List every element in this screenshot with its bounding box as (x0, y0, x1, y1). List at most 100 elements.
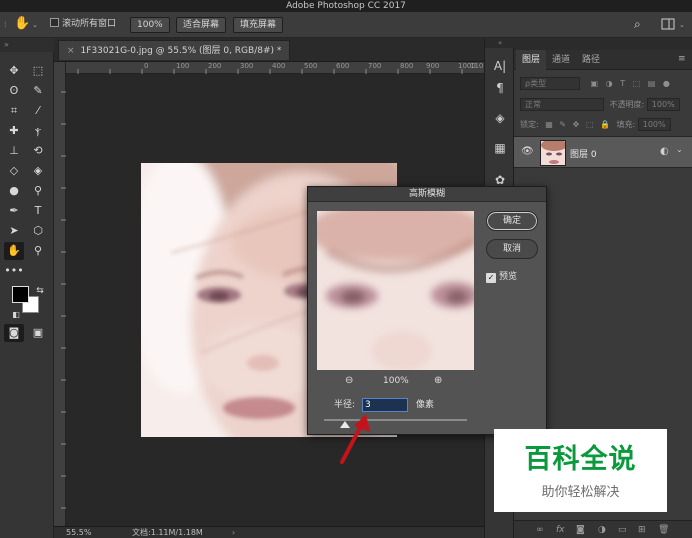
expand-layer-icon[interactable]: ⌄ (676, 145, 683, 154)
brush-tool-icon[interactable]: ⲯ (28, 122, 48, 140)
ruler-tick-label: 900 (426, 62, 440, 70)
lock-artboard-icon[interactable]: ⬚ (586, 120, 594, 129)
ruler-tick-label: 0 (144, 62, 149, 70)
cancel-button[interactable]: 取消 (486, 239, 538, 259)
move-tool-icon[interactable]: ✥ (4, 62, 24, 80)
lock-position-icon[interactable]: ✥ (573, 120, 580, 129)
layer-name[interactable]: 图层 0 (570, 147, 597, 160)
lock-pixels-icon[interactable]: ✎ (559, 120, 566, 129)
quick-mask-icon[interactable]: ◙ (4, 324, 24, 342)
workspace-icon[interactable] (661, 17, 675, 31)
pen-tool-icon[interactable]: ✒ (4, 202, 24, 220)
clone-stamp-tool-icon[interactable]: ⊥ (4, 142, 24, 160)
ok-button[interactable]: 确定 (486, 211, 538, 231)
more-tools-icon[interactable]: ••• (4, 262, 24, 280)
layer-thumbnail[interactable] (540, 140, 566, 166)
tab-channels[interactable]: 通道 (546, 50, 576, 70)
marquee-tool-icon[interactable]: ⬚ (28, 62, 48, 80)
preview-checkbox[interactable]: ✓ 预览 (486, 269, 517, 283)
filter-type-icon[interactable]: T (620, 79, 625, 88)
fill-label: 填充: (616, 120, 636, 129)
watermark-subtitle: 助你轻松解决 (541, 485, 620, 500)
zoom-100-button[interactable]: 100% (130, 17, 170, 33)
path-select-tool-icon[interactable]: ➤ (4, 222, 24, 240)
default-colors-icon[interactable]: ◧ (6, 306, 26, 324)
adjustment-layer-icon[interactable]: ◑ (598, 521, 606, 538)
workspace-switcher[interactable] (661, 17, 675, 33)
new-group-icon[interactable]: ▭ (618, 521, 627, 538)
scroll-all-windows-label: 滚动所有窗口 (62, 19, 117, 29)
document-tab[interactable]: × 1F33021G-0.jpg @ 55.5% (图层 0, RGB/8#) * (58, 40, 291, 60)
link-layers-icon[interactable]: ∞ (536, 521, 544, 538)
preview-zoom-row: ⊖ 100% ⊕ (308, 375, 483, 389)
lasso-tool-icon[interactable]: ʘ (4, 82, 24, 100)
gaussian-blur-dialog: 高斯模糊 确定 取消 ✓ 预览 ⊖ 100% ⊕ 半径: 3 像素 (307, 186, 547, 435)
layer-style-icon[interactable]: fx (556, 521, 565, 538)
filter-adjustment-icon[interactable]: ◑ (606, 79, 613, 88)
healing-brush-tool-icon[interactable]: ✚ (4, 122, 24, 140)
paragraph-panel-icon[interactable]: ¶ (490, 78, 510, 98)
filter-toggle-icon[interactable]: ● (663, 79, 670, 88)
new-layer-icon[interactable]: ⊞ (638, 521, 646, 538)
filter-shape-icon[interactable]: ⬚ (633, 79, 641, 88)
dodge-tool-icon[interactable]: ⚲ (28, 182, 48, 200)
lock-all-icon[interactable]: 🔒 (600, 120, 610, 129)
filter-pixel-icon[interactable]: ▣ (591, 79, 599, 88)
status-zoom[interactable]: 55.5% (66, 527, 91, 538)
screen-mode-icon[interactable]: ▣ (28, 324, 48, 342)
fit-screen-button[interactable]: 适合屏幕 (176, 17, 227, 33)
annotation-arrow (340, 414, 370, 464)
swap-colors-icon[interactable]: ⇆ (30, 282, 50, 300)
checkmark-icon[interactable]: ✓ (486, 273, 496, 283)
tools-panel-grip[interactable]: » (0, 38, 54, 52)
search-icon[interactable]: ⌕ (634, 17, 641, 33)
filter-smart-icon[interactable]: ▤ (648, 79, 656, 88)
scroll-all-windows-checkbox[interactable]: 滚动所有窗口 (50, 17, 116, 33)
layers-panel-footer: ∞ fx ◙ ◑ ▭ ⊞ 🗑 (514, 520, 692, 538)
blur-preview[interactable] (317, 211, 474, 370)
history-brush-tool-icon[interactable]: ⟲ (28, 142, 48, 160)
zoom-in-icon[interactable]: ⊕ (434, 375, 442, 386)
fill-input[interactable]: 100% (637, 118, 671, 131)
hand-tool-preset-icon[interactable]: ✋ (14, 17, 30, 33)
zoom-out-icon[interactable]: ⊖ (345, 375, 353, 386)
checkbox-icon[interactable] (50, 18, 59, 27)
layer-comps-icon[interactable]: ◈ (490, 108, 510, 128)
foreground-color-swatch[interactable] (12, 286, 29, 303)
layer-filter-select[interactable]: ρ类型 (520, 77, 580, 90)
hand-tool-icon[interactable]: ✋ (4, 242, 24, 260)
close-tab-icon[interactable]: × (67, 46, 75, 56)
delete-layer-icon[interactable]: 🗑 (658, 521, 669, 538)
add-mask-icon[interactable]: ◙ (576, 521, 585, 538)
radius-unit: 像素 (416, 400, 435, 410)
character-panel-icon[interactable]: A| (490, 56, 510, 76)
layer-row[interactable]: 👁 图层 0 ◐ ⌄ (514, 136, 692, 168)
paint-bucket-tool-icon[interactable]: ◈ (28, 162, 48, 180)
status-expand-icon[interactable]: › (232, 527, 235, 538)
properties-panel-icon[interactable]: ▦ (490, 138, 510, 158)
tab-layers[interactable]: 图层 (516, 50, 547, 70)
layers-panel-tabs: 图层 通道 路径 ≡ (514, 50, 692, 70)
lock-transparent-icon[interactable]: ▦ (545, 120, 553, 129)
panel-menu-icon[interactable]: ≡ (678, 54, 686, 64)
workspace-dropdown-icon[interactable]: ⌄ (679, 17, 685, 33)
quick-select-tool-icon[interactable]: ✎ (28, 82, 48, 100)
opacity-input[interactable]: 100% (646, 98, 680, 111)
ruler-tick-label: 400 (272, 62, 286, 70)
type-tool-icon[interactable]: T (28, 202, 48, 220)
dock-collapse-icon[interactable]: « (485, 38, 515, 48)
blend-mode-select[interactable]: 正常 (520, 98, 604, 111)
tool-preset-dropdown-icon[interactable]: ⌄ (32, 17, 38, 33)
tab-paths[interactable]: 路径 (576, 50, 606, 70)
blur-tool-icon[interactable]: ● (4, 182, 24, 200)
visibility-eye-icon[interactable]: 👁 (521, 146, 534, 157)
fill-screen-button[interactable]: 填充屏幕 (233, 17, 284, 33)
app-title-bar: Adobe Photoshop CC 2017 (0, 0, 692, 12)
dialog-title[interactable]: 高斯模糊 (308, 187, 546, 202)
smart-filter-icon[interactable]: ◐ (660, 146, 669, 157)
zoom-tool-icon[interactable]: ⚲ (28, 242, 48, 260)
eyedropper-tool-icon[interactable]: ⁄ (28, 102, 48, 120)
crop-tool-icon[interactable]: ⌗ (4, 102, 24, 120)
eraser-tool-icon[interactable]: ◇ (4, 162, 24, 180)
shape-tool-icon[interactable]: ⬡ (28, 222, 48, 240)
